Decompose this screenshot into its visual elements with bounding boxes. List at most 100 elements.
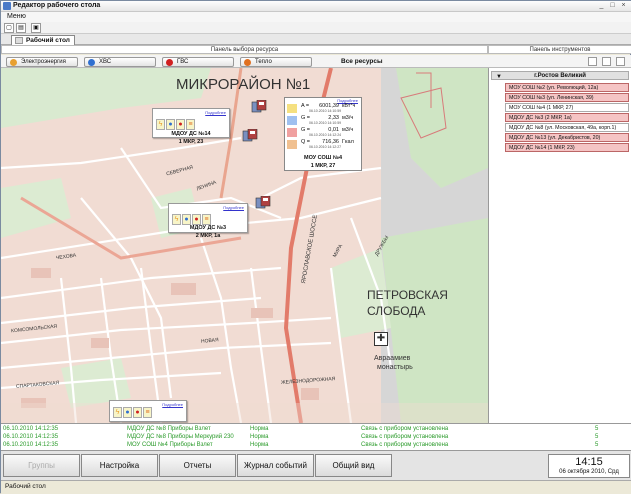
list-item[interactable]: МДОУ ДС №13 (ул. Декабристов, 20) [505,133,629,142]
cold-water-icon [287,116,297,125]
area-label-2: СЛОБОДА [367,304,426,318]
object-address: 1 МКР, 23 [178,139,204,145]
list-item[interactable]: МДОУ ДС №14 (1 МКР, 23) [505,143,629,152]
resource-indicators: ϟ ● ● ≡ [172,214,212,225]
event-journal-button[interactable]: Журнал событий [237,454,314,477]
resource-hot-water-button[interactable]: ГВС [162,57,234,67]
list-item[interactable]: МОУ СОШ №2 (ул. Революций, 12а) [505,83,629,92]
log-row[interactable]: 06.10.2010 14:12:35 МДОУ ДС №8 Приборы В… [1,425,631,433]
reading-unit: м3/ч [342,127,354,133]
tools-panel [488,55,631,68]
reading-timestamp: 06.10.2010 14:12:27 [309,145,342,149]
log-count: 5 [595,434,599,440]
reading-row: Q = 716,36 Гкал 06.10.2010 14:12:27 [285,139,361,150]
groups-button[interactable]: Группы [3,454,80,477]
log-message: Связь с прибором установлена [361,426,449,432]
object-list-panel: ▼ г.Ростов Великий МОУ СОШ №2 (ул. Револ… [488,68,631,423]
log-status: Норма [250,426,269,432]
cold-water-icon: ● [123,407,132,418]
list-item[interactable]: МДОУ ДС №3 (2 МКР, 1а) [505,113,629,122]
district-label: МИКРОРАЙОН №1 [176,76,311,93]
log-count: 5 [595,442,599,448]
area-label-1: ПЕТРОВСКАЯ [367,288,448,302]
meter-device-icon[interactable] [255,196,271,210]
list-item[interactable]: МДОУ ДС №8 (ул. Московская, 49а, корп.1) [505,123,629,132]
list-item[interactable]: МОУ СОШ №4 (1 МКР, 27) [505,103,629,112]
object-card-2[interactable]: Подробнее ϟ ● ● ≡ МДОУ ДС №3 2 МКР, 1а [168,203,248,239]
gear-icon[interactable] [602,57,611,66]
close-button[interactable]: × [619,2,628,10]
open-icon[interactable]: ▤ [16,23,26,33]
hot-water-icon: ● [133,407,142,418]
object-name: МДОУ ДС №3 [189,225,227,231]
all-resources-button[interactable]: Все ресурсы [341,58,383,65]
window-title: Редактор рабочего стола [13,2,101,9]
cold-water-icon [88,59,95,66]
maximize-button[interactable]: □ [608,2,617,10]
resource-cold-water-button[interactable]: ХВС [84,57,156,67]
meter-device-icon[interactable] [251,100,267,114]
object-name: МОУ СОШ №4 [303,155,343,161]
desktop-icon [15,37,23,44]
resource-label: Электроэнергия [21,59,66,65]
reading-timestamp: 06.10.2010 14:10:59 [309,109,342,113]
reading-row: A = 6001,39 кВт*ч 06.10.2010 14:10:59 [285,103,361,114]
event-log: 06.10.2010 14:12:35 МДОУ ДС №8 Приборы В… [1,423,631,450]
meter-device-icon[interactable] [242,129,258,143]
resource-label: Тепло [255,59,272,65]
details-link[interactable]: Подробнее [223,205,244,210]
resource-indicators: ϟ ● ● ≡ [156,119,196,130]
city-map[interactable]: МИКРОРАЙОН №1 ПЕТРОВСКАЯ СЛОБОДА ✚ Авраа… [1,68,488,423]
brush-icon[interactable] [588,57,597,66]
tools-panel-title: Панель инструментов [488,45,631,54]
object-card-1[interactable]: Подробнее ϟ ● ● ≡ МДОУ ДС №14 1 МКР, 23 [152,108,230,145]
tab-label: Рабочий стол [26,37,70,44]
resource-label: ГВС [177,59,189,65]
save-icon[interactable]: ▣ [31,23,41,33]
new-icon[interactable]: ▢ [4,23,14,33]
details-link[interactable]: Подробнее [205,110,226,115]
log-message: Связь с прибором установлена [361,434,449,440]
status-bar: Рабочий стол [1,480,631,494]
city-name: г.Ростов Великий [534,73,586,79]
toolbar: ▢ ▤ ▣ [1,22,631,34]
log-row[interactable]: 06.10.2010 14:12:35 МОУ СОШ №4 Приборы В… [1,441,631,449]
app-icon [3,2,11,10]
church-icon: ✚ [374,332,388,346]
log-status: Норма [250,434,269,440]
title-bar: Редактор рабочего стола _ □ × [1,1,631,12]
log-time: 06.10.2010 14:12:35 [3,434,59,440]
reports-button[interactable]: Отчеты [159,454,236,477]
resource-electricity-button[interactable]: Электроэнергия [6,57,78,67]
menu-bar: Меню [1,12,631,22]
menu-item-main[interactable]: Меню [7,13,26,20]
tab-desktop[interactable]: Рабочий стол [11,35,75,45]
reading-unit: м3/ч [342,115,354,121]
city-group-header[interactable]: ▼ г.Ростов Великий [491,71,629,80]
reading-row: G = 2,33 м3/ч 06.10.2010 14:10:59 [285,115,361,126]
monastery-label-2: монастырь [377,364,413,371]
details-link[interactable]: Подробнее [162,402,183,407]
cold-water-icon: ● [182,214,191,225]
resource-selector: Электроэнергия ХВС ГВС Тепло Все ресурсы [1,55,488,68]
object-card-3[interactable]: Подробнее ϟ ● ● ≡ [109,400,187,422]
app-window: Редактор рабочего стола _ □ × Меню ▢ ▤ ▣… [0,0,631,494]
log-time: 06.10.2010 14:12:35 [3,426,59,432]
minimize-button[interactable]: _ [597,2,606,10]
overview-button[interactable]: Общий вид [315,454,392,477]
reading-key: A = [301,103,310,109]
resource-heat-button[interactable]: Тепло [240,57,312,67]
list-item[interactable]: МОУ СОШ №3 (ул. Ленинская, 39) [505,93,629,102]
grid-icon[interactable] [616,57,625,66]
lightning-icon [10,59,17,66]
log-row[interactable]: 06.10.2010 14:12:35 МДОУ ДС №8 Приборы М… [1,433,631,441]
reading-unit: кВт*ч [342,103,356,109]
object-name: МДОУ ДС №14 [171,131,211,137]
object-detail-card[interactable]: Подробнее A = 6001,39 кВт*ч 06.10.2010 1… [284,97,362,171]
object-address: 1 МКР, 27 [310,163,336,169]
heat-icon [287,140,297,149]
resource-label: ХВС [99,59,112,65]
collapse-triangle-icon[interactable]: ▼ [496,73,502,81]
settings-button[interactable]: Настройка [81,454,158,477]
lightning-icon: ϟ [156,119,165,130]
